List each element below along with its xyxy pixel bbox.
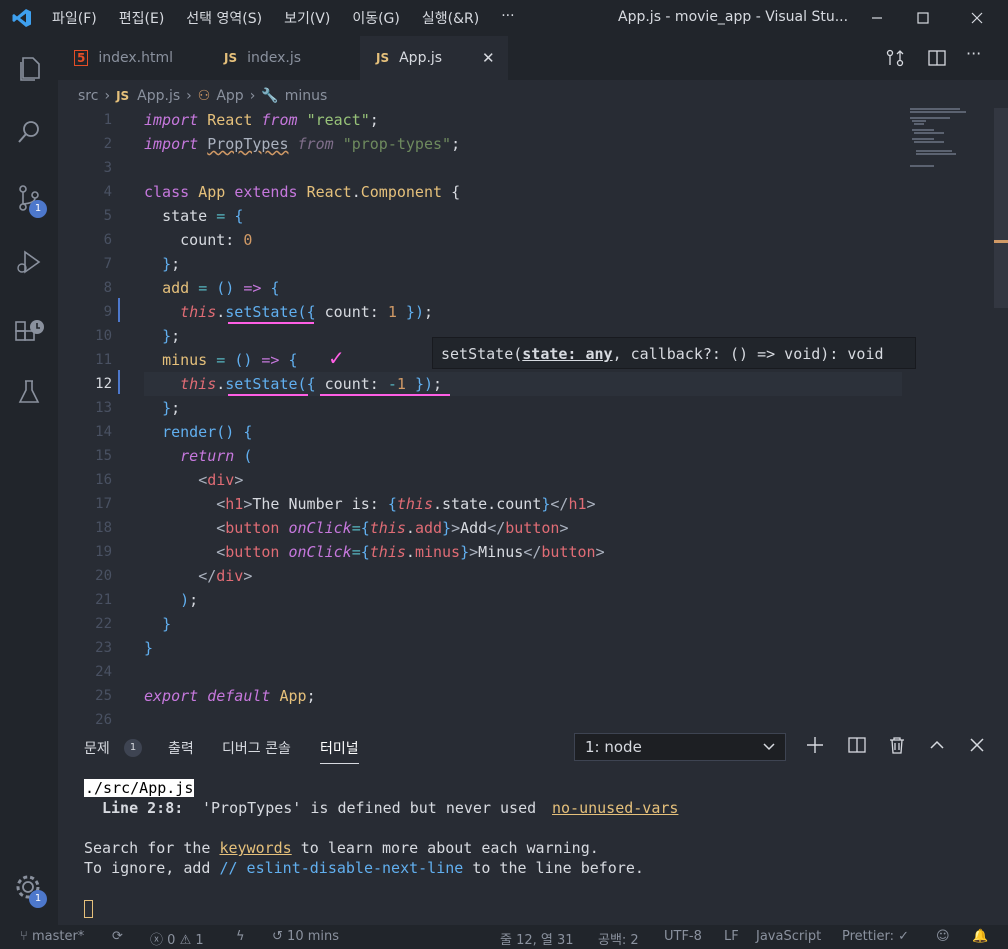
source-control-icon[interactable]: 1 [13, 182, 47, 218]
menu-view[interactable]: 보기(V) [284, 8, 330, 28]
time-status[interactable]: ↺ 10 mins [272, 929, 339, 944]
terminal-select-value: 1: node [585, 738, 642, 756]
terminal-path: ./src/App.js [84, 779, 195, 797]
tab-problems[interactable]: 문제 [84, 738, 110, 758]
js-file-icon: JS [224, 51, 238, 65]
settings-badge: 1 [29, 890, 47, 908]
tab-label: index.js [247, 50, 302, 66]
trash-icon[interactable] [888, 736, 906, 758]
split-editor-icon[interactable] [928, 49, 946, 71]
lightning-icon[interactable]: ϟ [236, 929, 245, 944]
menu-go[interactable]: 이동(G) [352, 8, 400, 28]
active-parameter: state: any [522, 345, 613, 363]
tab-index-html[interactable]: 5 index.html [74, 36, 204, 80]
problems-badge: 1 [124, 739, 142, 757]
branch-status[interactable]: ⑂ master* [20, 929, 84, 944]
warning-icon: ⚠ [179, 933, 192, 948]
class-symbol-icon: ⚇ [197, 88, 211, 104]
bottom-panel: 문제 1 출력 디버그 콘솔 터미널 [58, 726, 1008, 925]
wrench-icon: 🔧 [261, 88, 279, 104]
sync-icon[interactable]: ⟳ [112, 929, 123, 944]
menu-more[interactable]: ··· [501, 8, 514, 28]
breadcrumb-separator-icon: › [104, 88, 111, 104]
extensions-icon[interactable] [13, 314, 45, 346]
editor-tabs: 5 index.html JS index.js JS App.js ✕ ··· [58, 36, 1008, 80]
git-branch-icon: ⑂ [20, 929, 28, 944]
split-terminal-icon[interactable] [848, 736, 866, 758]
breadcrumb-separator-icon: › [249, 88, 256, 104]
maximize-panel-icon[interactable] [928, 736, 946, 758]
annotation-underline [320, 394, 450, 396]
testing-icon[interactable] [13, 376, 45, 408]
error-icon: ⓧ [150, 933, 164, 948]
js-file-icon: JS [376, 51, 390, 65]
settings-gear-icon[interactable]: 1 [13, 872, 47, 908]
language-mode[interactable]: JavaScript [756, 929, 821, 944]
close-panel-icon[interactable] [968, 736, 986, 758]
breadcrumb-class[interactable]: App [216, 88, 243, 104]
annotation-underline [228, 322, 314, 324]
tab-terminal[interactable]: 터미널 [320, 738, 359, 764]
check-icon: ✓ [898, 929, 910, 944]
tab-output[interactable]: 출력 [168, 738, 194, 758]
add-terminal-icon[interactable] [806, 736, 824, 758]
terminal-line-ref: Line 2:8: [102, 799, 184, 817]
breadcrumb: src › JS App.js › ⚇ App › 🔧 minus [78, 86, 327, 106]
tab-debug-console[interactable]: 디버그 콘솔 [222, 738, 291, 758]
indentation[interactable]: 공백: 2 [598, 929, 639, 948]
activity-bar: 1 1 [0, 36, 58, 925]
close-window-button[interactable] [954, 0, 1000, 36]
breadcrumb-folder[interactable]: src [78, 88, 98, 104]
js-file-icon: JS [116, 89, 130, 103]
bell-icon[interactable]: 🔔 [972, 929, 988, 944]
problems-status[interactable]: ⓧ 0 ⚠ 1 [150, 929, 204, 948]
tab-label: index.html [98, 50, 174, 66]
terminal-ignore-line: To ignore, add // eslint-disable-next-li… [84, 859, 644, 877]
html5-icon: 5 [74, 50, 89, 66]
history-icon: ↺ [272, 929, 283, 944]
maximize-button[interactable] [900, 0, 946, 36]
annotation-underline [228, 394, 308, 396]
code-editor[interactable]: 1 import React from "react"; 2 import Prop… [58, 108, 908, 724]
tab-label: App.js [399, 50, 443, 66]
open-changes-icon[interactable] [886, 49, 904, 71]
menu-selection[interactable]: 선택 영역(S) [186, 8, 262, 28]
terminal-select[interactable]: 1: node [574, 733, 786, 761]
source-control-badge: 1 [29, 200, 47, 218]
prettier-status[interactable]: Prettier: ✓ [842, 929, 909, 944]
terminal-message: 'PropTypes' is defined but never used [202, 799, 537, 817]
menu-run[interactable]: 실행(&R) [422, 8, 479, 28]
status-bar: ⑂ master* ⟳ ⓧ 0 ⚠ 1 ϟ ↺ 10 mins 줄 12, 열 … [0, 925, 1008, 949]
terminal-search-line: Search for the keywords to learn more ab… [84, 839, 599, 857]
terminal-cursor [84, 900, 93, 918]
window-title: App.js - movie_app - Visual Stu... [618, 9, 849, 25]
chevron-down-icon [763, 734, 775, 768]
breadcrumb-separator-icon: › [186, 88, 192, 104]
annotation-checkmark: ✓ [328, 346, 345, 370]
breadcrumb-member[interactable]: minus [285, 88, 328, 104]
minimize-button[interactable] [854, 0, 900, 36]
search-icon[interactable] [13, 116, 45, 148]
editor-scrollbar[interactable] [994, 108, 1008, 724]
feedback-icon[interactable]: ☺ [936, 929, 950, 944]
breadcrumb-file[interactable]: App.js [137, 88, 180, 104]
more-actions-icon[interactable]: ··· [966, 44, 981, 63]
tab-app-js[interactable]: JS App.js ✕ [360, 36, 508, 80]
run-debug-icon[interactable] [13, 246, 45, 278]
close-tab-icon[interactable]: ✕ [482, 49, 495, 67]
menu-file[interactable]: 파일(F) [52, 8, 97, 28]
vscode-logo-icon [0, 0, 44, 36]
cursor-position[interactable]: 줄 12, 열 31 [500, 929, 574, 948]
end-of-line[interactable]: LF [724, 929, 739, 944]
signature-hover-tooltip: setState(state: any, callback?: () => vo… [432, 337, 916, 369]
minimap[interactable] [908, 108, 994, 724]
files-icon[interactable] [13, 52, 45, 84]
tab-index-js[interactable]: JS index.js [224, 36, 364, 80]
encoding[interactable]: UTF-8 [664, 929, 702, 944]
terminal-rule: no-unused-vars [552, 799, 679, 817]
title-bar: 파일(F) 편집(E) 선택 영역(S) 보기(V) 이동(G) 실행(&R) … [0, 0, 1008, 36]
menu-edit[interactable]: 편집(E) [119, 8, 165, 28]
